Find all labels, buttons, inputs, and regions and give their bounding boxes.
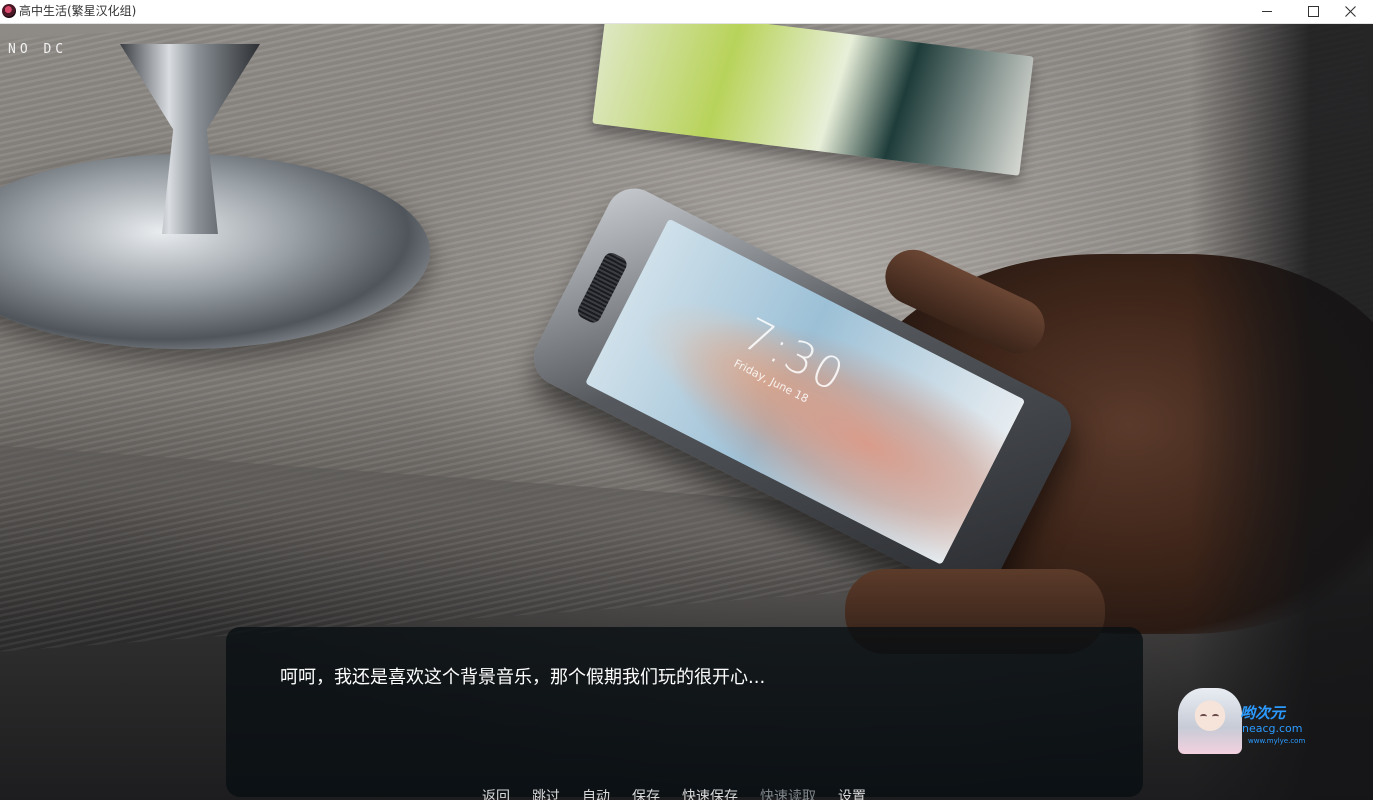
- close-icon: [1344, 6, 1356, 17]
- menu-quick-save[interactable]: 快速保存: [682, 788, 738, 800]
- menu-auto[interactable]: 自动: [582, 788, 610, 800]
- menu-back[interactable]: 返回: [482, 788, 510, 800]
- dialogue-text: 呵呵，我还是喜欢这个背景音乐，那个假期我们玩的很开心...: [280, 667, 766, 688]
- maximize-icon: [1307, 6, 1319, 17]
- app-icon: [2, 4, 16, 18]
- menu-quick-load: 快速读取: [760, 789, 816, 800]
- menu-settings[interactable]: 设置: [838, 788, 866, 800]
- debug-label: NO DC: [8, 42, 68, 57]
- watermark-name: 哟次元: [1240, 704, 1286, 722]
- avatar-eye: [1212, 714, 1219, 719]
- minimize-button[interactable]: [1244, 0, 1290, 23]
- right-shadow: [1190, 24, 1373, 800]
- game-window: 高中生活(繁星汉化组) 7:30 Friday, June 18 NO DC 呵…: [0, 0, 1373, 800]
- menu-skip[interactable]: 跳过: [532, 788, 560, 800]
- minimize-icon: [1262, 11, 1272, 12]
- avatar-eye: [1200, 714, 1207, 719]
- watermark-site: neacg.com: [1242, 722, 1303, 735]
- watermark-subsite: www.mylye.com: [1248, 737, 1306, 745]
- watermark-avatar: [1178, 688, 1242, 754]
- menu-save[interactable]: 保存: [632, 788, 660, 800]
- watermark-logo: 哟次元 neacg.com www.mylye.com: [1178, 688, 1308, 754]
- quick-menu: 返回 跳过 自动 保存 快速保存 快速读取 设置: [482, 788, 866, 800]
- dialogue-box[interactable]: 呵呵，我还是喜欢这个背景音乐，那个假期我们玩的很开心...: [226, 627, 1143, 797]
- close-button[interactable]: [1327, 0, 1373, 23]
- window-title: 高中生活(繁星汉化组): [19, 4, 137, 18]
- title-bar: 高中生活(繁星汉化组): [0, 0, 1373, 24]
